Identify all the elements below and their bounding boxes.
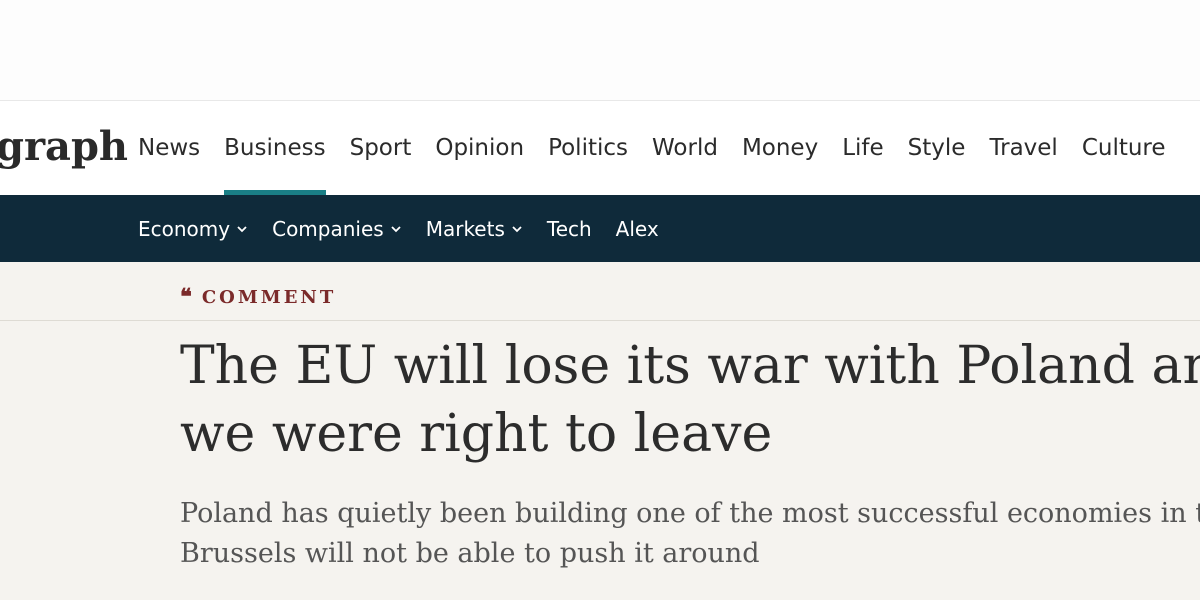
nav-item-life[interactable]: Life <box>842 101 883 195</box>
sub-nav-item-tech[interactable]: Tech <box>547 217 592 241</box>
sub-nav-item-companies[interactable]: Companies <box>272 217 402 241</box>
article-standfirst: Poland has quietly been building one of … <box>180 494 1200 574</box>
page: graph News Business Sport Opinion Politi… <box>0 0 1200 600</box>
article-headline: The EU will lose its war with Poland and… <box>180 332 1200 468</box>
nav-item-opinion[interactable]: Opinion <box>435 101 524 195</box>
chevron-down-icon <box>237 225 247 232</box>
sub-nav-label: Alex <box>615 216 659 241</box>
chevron-down-icon <box>512 225 522 232</box>
sub-nav-item-markets[interactable]: Markets <box>426 217 523 241</box>
top-blank-area <box>0 0 1200 101</box>
site-logo[interactable]: graph <box>0 123 128 170</box>
sub-nav-items: Economy Companies Markets Tech Alex <box>138 195 683 262</box>
nav-item-politics[interactable]: Politics <box>548 101 628 195</box>
nav-item-sport[interactable]: Sport <box>350 101 412 195</box>
headline-line: we were right to leave <box>180 404 773 464</box>
nav-item-business[interactable]: Business <box>224 101 327 195</box>
sub-nav-label: Markets <box>425 216 505 241</box>
sub-nav-label: Economy <box>138 216 231 241</box>
primary-nav: News Business Sport Opinion Politics Wor… <box>138 101 1190 195</box>
sub-nav-label: Companies <box>272 216 384 241</box>
nav-item-culture[interactable]: Culture <box>1082 101 1166 195</box>
nav-item-style[interactable]: Style <box>908 101 966 195</box>
kicker-label: COMMENT <box>201 286 337 308</box>
sub-nav-item-economy[interactable]: Economy <box>138 217 248 241</box>
quote-icon: ❝ <box>180 284 192 310</box>
sub-nav-item-alex[interactable]: Alex <box>616 217 659 241</box>
nav-item-world[interactable]: World <box>652 101 718 195</box>
standfirst-line: Brussels will not be able to push it aro… <box>180 538 760 569</box>
chevron-down-icon <box>391 225 401 232</box>
nav-item-travel[interactable]: Travel <box>989 101 1057 195</box>
nav-item-news[interactable]: News <box>138 101 200 195</box>
masthead: graph News Business Sport Opinion Politi… <box>0 101 1200 195</box>
article-area: ❝ COMMENT The EU will lose its war with … <box>0 262 1200 600</box>
headline-line: The EU will lose its war with Poland and <box>180 336 1200 396</box>
sub-nav: Economy Companies Markets Tech Alex <box>0 195 1200 262</box>
divider <box>0 320 1200 321</box>
nav-item-money[interactable]: Money <box>742 101 818 195</box>
article-kicker[interactable]: ❝ COMMENT <box>180 286 336 308</box>
standfirst-line: Poland has quietly been building one of … <box>180 498 1200 529</box>
sub-nav-label: Tech <box>546 216 592 241</box>
